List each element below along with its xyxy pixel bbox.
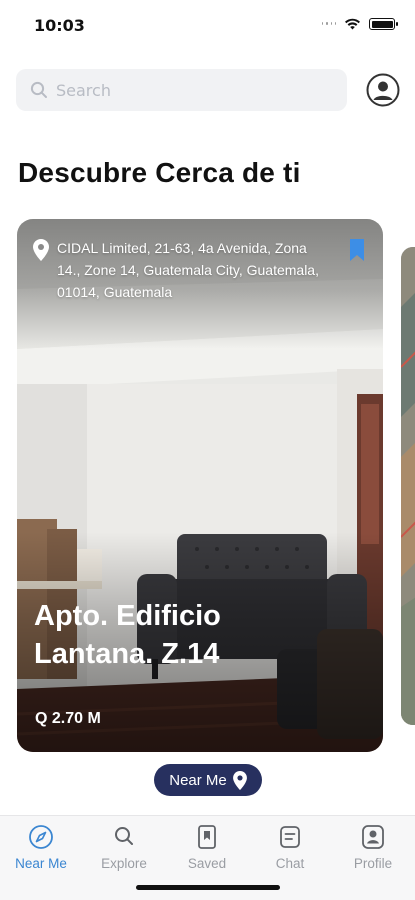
tab-explore[interactable]: Explore: [91, 824, 157, 871]
next-listing-card[interactable]: [401, 247, 415, 725]
tab-label: Chat: [275, 856, 305, 871]
chat-icon: [280, 826, 300, 848]
location-pin-icon: [232, 770, 247, 790]
page-title: Descubre Cerca de ti: [18, 157, 301, 188]
search-icon: [115, 827, 133, 845]
profile-avatar-icon[interactable]: [366, 73, 400, 107]
home-indicator: [136, 885, 280, 890]
near-me-label: Near Me: [169, 771, 227, 789]
search-icon: [30, 81, 47, 98]
tab-profile[interactable]: Profile: [340, 824, 406, 871]
tab-near-me[interactable]: Near Me: [8, 824, 74, 871]
location-pin-icon: [33, 239, 49, 261]
signal-dots-icon: [322, 22, 336, 26]
listing-card[interactable]: CIDAL Limited, 21-63, 4a Avenida, Zona 1…: [17, 219, 383, 752]
listing-price: Q 2.70 M: [35, 710, 101, 727]
near-me-button[interactable]: Near Me: [154, 764, 262, 796]
status-bar: 10:03: [0, 0, 415, 52]
tab-saved[interactable]: Saved: [174, 824, 240, 871]
next-listing-image: [401, 247, 415, 725]
search-input[interactable]: [56, 80, 316, 100]
tab-label: Near Me: [15, 856, 67, 871]
tab-label: Profile: [353, 856, 393, 871]
tab-chat[interactable]: Chat: [257, 824, 323, 871]
tab-label: Saved: [187, 856, 227, 871]
battery-icon: [369, 18, 398, 30]
status-icons: [322, 18, 398, 30]
wifi-icon: [345, 18, 360, 30]
compass-icon: [29, 825, 53, 849]
listing-address: CIDAL Limited, 21-63, 4a Avenida, Zona 1…: [57, 240, 319, 300]
bookmark-icon[interactable]: [349, 239, 365, 261]
search-bar[interactable]: [16, 69, 347, 111]
bookmark-icon: [198, 825, 216, 849]
listing-title: Apto. Edificio Lantana. Z.14: [34, 600, 221, 670]
profile-icon: [362, 825, 384, 849]
tab-label: Explore: [101, 856, 147, 871]
status-time: 10:03: [34, 16, 85, 35]
